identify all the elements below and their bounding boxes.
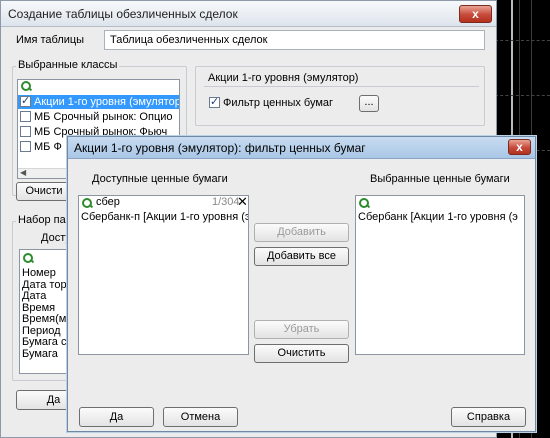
search-icon (21, 81, 31, 94)
filter-title-bar: Акции 1-го уровня (эмулятор): фильтр цен… (68, 137, 535, 159)
ok-button[interactable]: Да (79, 407, 154, 427)
clear-classes-button[interactable]: Очисти (16, 182, 72, 201)
filter-checkbox-box[interactable] (209, 95, 220, 108)
class-checkbox[interactable] (20, 126, 31, 137)
add-all-button[interactable]: Добавить все (254, 247, 349, 266)
classes-group-label: Выбранные классы (16, 59, 120, 71)
class-checkbox[interactable] (20, 141, 31, 152)
search-bar[interactable]: сбер 1/304 ✕ (79, 194, 248, 210)
close-button[interactable]: x (508, 139, 531, 155)
filter-dialog-title: Акции 1-го уровня (эмулятор): фильтр цен… (74, 141, 366, 155)
class-list-item-label: Акции 1-го уровня (эмулятор) (34, 96, 179, 108)
selected-securities-list[interactable]: Сбербанк [Акции 1-го уровня (э (355, 195, 525, 355)
search-input[interactable]: сбер (96, 196, 120, 208)
filter-checkbox-label: Фильтр ценных бумаг (223, 97, 334, 109)
available-security-item[interactable]: Сбербанк-п [Акции 1-го уровня (э (79, 210, 248, 224)
clear-search-icon[interactable]: ✕ (237, 194, 248, 210)
param-list-item-label: Дата тор (22, 278, 67, 291)
param-list-item-label: Номер (22, 267, 56, 279)
help-button[interactable]: Справка (451, 407, 526, 427)
table-name-value: Таблица обезличенных сделок (110, 34, 268, 46)
param-list-item-label: Время (22, 301, 56, 314)
filter-checkbox[interactable]: Фильтр ценных бумаг (209, 95, 334, 109)
close-button[interactable]: x (459, 5, 492, 23)
param-list-item-label: Время(м (22, 313, 67, 325)
search-icon (23, 253, 33, 266)
available-securities-label: Доступные ценные бумаги (92, 173, 228, 185)
selected-security-item-label: Сбербанк [Акции 1-го уровня (э (358, 211, 518, 223)
param-list-item-label: Дата (22, 290, 47, 302)
class-list-item-label: МБ Ф (34, 141, 62, 153)
class-checkbox[interactable] (20, 111, 31, 122)
title-bar: Создание таблицы обезличенных сделок x (1, 1, 496, 27)
remove-button[interactable]: Убрать (254, 320, 349, 339)
params-group-label: Набор па (16, 214, 68, 226)
search-count: 1/304 (212, 196, 240, 208)
class-list-item[interactable]: Акции 1-го уровня (эмулятор) (18, 95, 179, 109)
class-list-item[interactable]: МБ Срочный рынок: Опцио (18, 110, 179, 124)
class-checkbox[interactable] (20, 95, 31, 108)
selected-class-title: Акции 1-го уровня (эмулятор) (204, 71, 479, 87)
filter-settings-button[interactable]: ... (359, 95, 379, 112)
param-list-item-label: Бумага с (22, 336, 67, 348)
available-securities-list[interactable]: сбер 1/304 ✕ Сбербанк-п [Акции 1-го уров… (78, 194, 249, 355)
param-list-item-label: Период (22, 324, 61, 337)
add-button[interactable]: Добавить (254, 223, 349, 242)
selected-security-item[interactable]: Сбербанк [Акции 1-го уровня (э (356, 210, 524, 224)
param-list-item-label: Бумага (22, 347, 58, 360)
cancel-button[interactable]: Отмена (163, 407, 238, 427)
dialog-title: Создание таблицы обезличенных сделок (8, 7, 238, 21)
clear-selected-button[interactable]: Очистить (254, 344, 349, 363)
table-name-input[interactable]: Таблица обезличенных сделок (104, 30, 485, 50)
available-security-item-label: Сбербанк-п [Акции 1-го уровня (э (81, 211, 248, 223)
class-list-item-label: МБ Срочный рынок: Опцио (34, 111, 173, 123)
table-name-label: Имя таблицы (16, 34, 85, 46)
securities-filter-dialog: Акции 1-го уровня (эмулятор): фильтр цен… (67, 136, 536, 432)
selected-securities-label: Выбранные ценные бумаги (370, 173, 510, 185)
